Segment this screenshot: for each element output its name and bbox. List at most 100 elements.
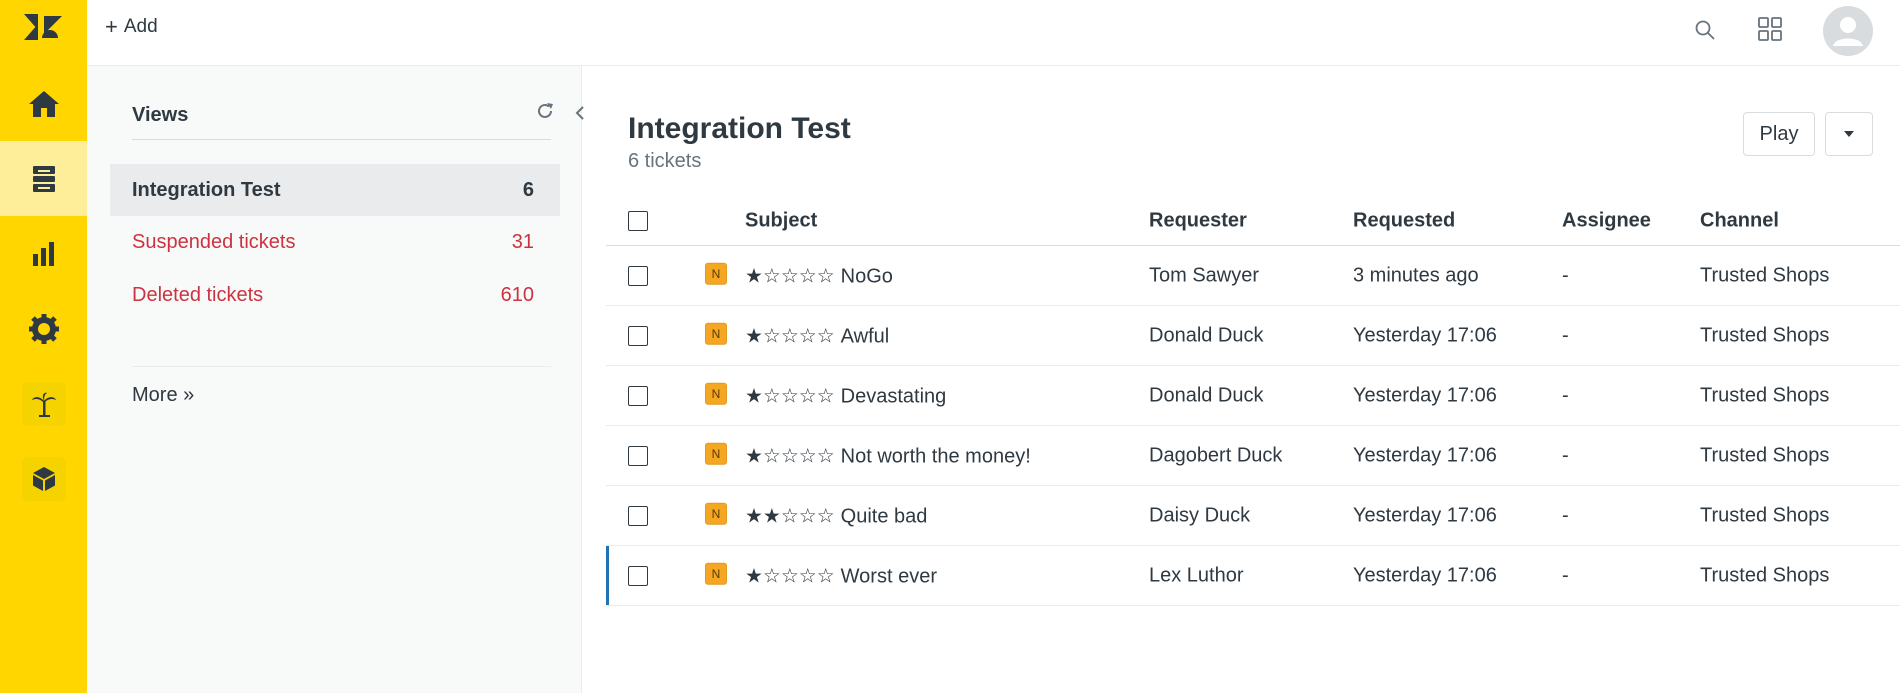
rating-stars: ★☆☆☆☆	[745, 325, 835, 347]
assignee-cell: -	[1562, 444, 1569, 466]
view-count: 6	[522, 178, 534, 201]
requested-cell: 3 minutes ago	[1353, 264, 1479, 286]
nav-app-package[interactable]	[0, 441, 87, 516]
top-bar: + Add	[87, 0, 1900, 66]
subject-text: Not worth the money!	[840, 445, 1031, 467]
main-content: Integration Test 6 tickets Play Subject …	[583, 66, 1900, 693]
zendesk-logo-icon[interactable]	[22, 10, 64, 46]
rating-stars: ★☆☆☆☆	[745, 565, 835, 587]
search-icon[interactable]	[1693, 18, 1717, 47]
requested-cell: Yesterday 17:06	[1353, 564, 1497, 586]
table-row[interactable]: N ★☆☆☆☆ Not worth the money! Dagobert Duc…	[606, 426, 1900, 486]
user-avatar[interactable]	[1823, 6, 1873, 56]
ticket-subject[interactable]: ★☆☆☆☆ Worst ever	[745, 563, 937, 588]
view-label: Deleted tickets	[132, 283, 264, 306]
table-header: Subject Requester Requested Assignee Cha…	[606, 196, 1900, 246]
view-integration-test[interactable]: Integration Test 6	[110, 164, 560, 216]
nav-home[interactable]	[0, 66, 87, 141]
table-row[interactable]: N ★☆☆☆☆ Awful Donald Duck Yesterday 17:06…	[606, 306, 1900, 366]
add-button[interactable]: + Add	[105, 16, 158, 38]
requested-cell: Yesterday 17:06	[1353, 504, 1497, 526]
column-requested[interactable]: Requested	[1353, 210, 1455, 233]
nav-app-palm[interactable]	[0, 366, 87, 441]
tickets-icon	[32, 165, 55, 192]
requester-cell: Donald Duck	[1149, 324, 1264, 346]
view-deleted-tickets[interactable]: Deleted tickets 610	[110, 269, 560, 321]
nav-admin[interactable]	[0, 291, 87, 366]
row-checkbox[interactable]	[628, 445, 648, 466]
requested-cell: Yesterday 17:06	[1353, 384, 1497, 406]
palm-tree-icon	[31, 392, 56, 417]
channel-cell: Trusted Shops	[1700, 444, 1830, 466]
requester-cell: Tom Sawyer	[1149, 264, 1260, 286]
column-requester[interactable]: Requester	[1149, 210, 1247, 233]
requester-cell: Lex Luthor	[1149, 564, 1244, 586]
row-checkbox[interactable]	[628, 505, 648, 526]
play-button[interactable]: Play	[1743, 112, 1815, 156]
table-row[interactable]: N ★★☆☆☆ Quite bad Daisy Duck Yesterday 17…	[606, 486, 1900, 546]
status-badge: N	[705, 502, 727, 525]
status-badge: N	[705, 382, 727, 405]
view-label: Integration Test	[132, 178, 281, 201]
table-row[interactable]: N ★☆☆☆☆ Devastating Donald Duck Yesterday…	[606, 366, 1900, 426]
views-header: Views	[132, 103, 584, 140]
status-badge: N	[705, 562, 727, 585]
apps-grid-icon[interactable]	[1757, 16, 1783, 47]
ticket-count: 6 tickets	[628, 150, 702, 172]
assignee-cell: -	[1562, 384, 1569, 406]
left-rail	[0, 0, 87, 693]
views-title: Views	[132, 104, 189, 126]
column-subject[interactable]: Subject	[745, 210, 817, 233]
subject-text: NoGo	[840, 265, 893, 287]
channel-cell: Trusted Shops	[1700, 564, 1830, 586]
rating-stars: ★★☆☆☆	[745, 505, 835, 527]
options-dropdown-button[interactable]	[1825, 112, 1873, 156]
caret-down-icon	[1844, 131, 1854, 137]
package-icon	[32, 466, 55, 491]
row-checkbox[interactable]	[628, 325, 648, 346]
requested-cell: Yesterday 17:06	[1353, 444, 1497, 466]
table-row[interactable]: N ★☆☆☆☆ NoGo Tom Sawyer 3 minutes ago - T…	[606, 246, 1900, 306]
select-all-checkbox[interactable]	[628, 210, 648, 231]
requester-cell: Dagobert Duck	[1149, 444, 1283, 466]
user-icon	[1833, 17, 1863, 46]
more-views-link[interactable]: More »	[132, 384, 194, 407]
admin-icon	[28, 313, 59, 344]
channel-cell: Trusted Shops	[1700, 504, 1830, 526]
channel-cell: Trusted Shops	[1700, 264, 1830, 286]
requester-cell: Donald Duck	[1149, 384, 1264, 406]
views-divider	[132, 366, 551, 367]
row-checkbox[interactable]	[628, 565, 648, 586]
ticket-subject[interactable]: ★☆☆☆☆ Devastating	[745, 383, 946, 408]
assignee-cell: -	[1562, 504, 1569, 526]
subject-text: Devastating	[840, 385, 947, 407]
column-assignee[interactable]: Assignee	[1562, 210, 1651, 233]
refresh-icon[interactable]	[534, 100, 556, 127]
status-badge: N	[705, 442, 727, 465]
assignee-cell: -	[1562, 264, 1569, 286]
status-badge: N	[705, 322, 727, 345]
view-suspended-tickets[interactable]: Suspended tickets 31	[110, 216, 560, 268]
assignee-cell: -	[1562, 324, 1569, 346]
views-panel: Views Integration Test 6 Suspended ticke…	[87, 66, 584, 693]
ticket-subject[interactable]: ★☆☆☆☆ Not worth the money!	[745, 443, 1031, 468]
requester-cell: Daisy Duck	[1149, 504, 1251, 526]
requested-cell: Yesterday 17:06	[1353, 324, 1497, 346]
rating-stars: ★☆☆☆☆	[745, 445, 835, 467]
subject-text: Worst ever	[840, 565, 937, 587]
row-checkbox[interactable]	[628, 265, 648, 286]
row-checkbox[interactable]	[628, 385, 648, 406]
view-count: 31	[511, 230, 534, 253]
ticket-subject[interactable]: ★★☆☆☆ Quite bad	[745, 503, 927, 528]
channel-cell: Trusted Shops	[1700, 384, 1830, 406]
ticket-subject[interactable]: ★☆☆☆☆ NoGo	[745, 263, 893, 288]
ticket-subject[interactable]: ★☆☆☆☆ Awful	[745, 323, 889, 348]
nav-tickets[interactable]	[0, 141, 87, 216]
column-channel[interactable]: Channel	[1700, 210, 1779, 233]
view-count: 610	[500, 283, 534, 306]
subject-text: Quite bad	[840, 505, 928, 527]
home-icon	[28, 90, 59, 117]
table-row-selected[interactable]: N ★☆☆☆☆ Worst ever Lex Luthor Yesterday 1…	[606, 546, 1900, 606]
nav-reporting[interactable]	[0, 216, 87, 291]
reporting-icon	[32, 241, 54, 266]
